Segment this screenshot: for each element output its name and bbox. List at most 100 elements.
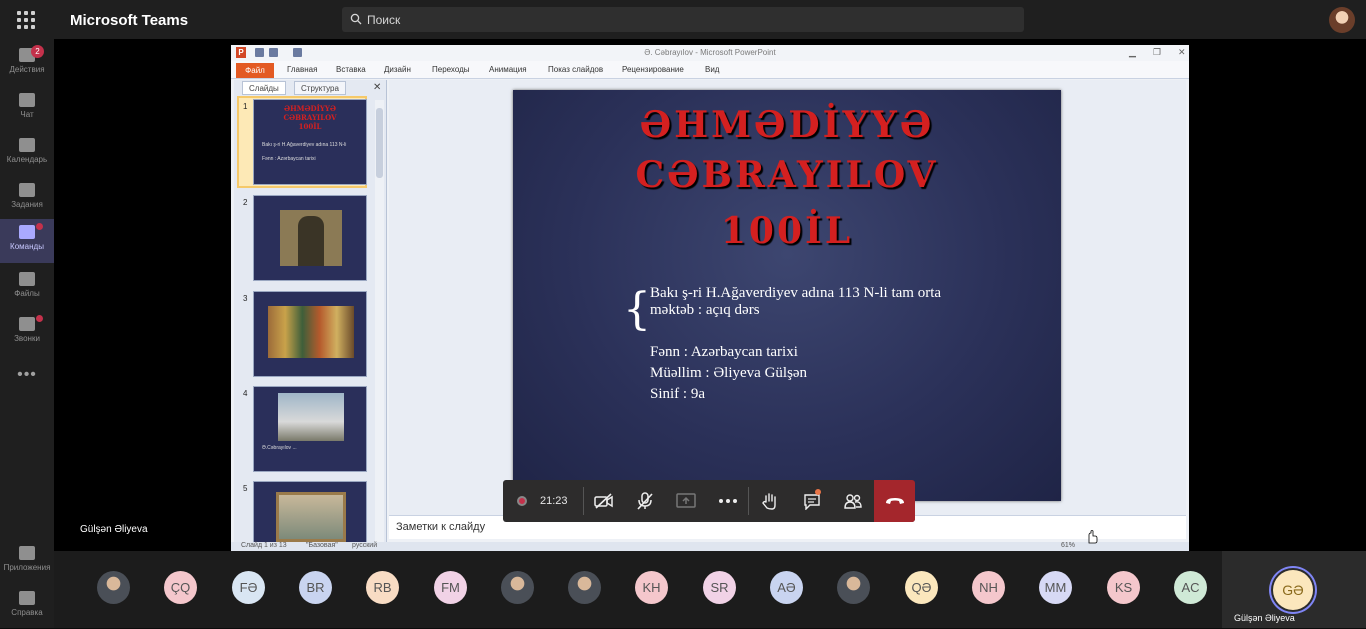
participant-avatar[interactable]: FƏ xyxy=(232,571,265,604)
ppt-tab: Рецензирование xyxy=(622,65,684,74)
participant-avatar[interactable] xyxy=(97,571,130,604)
status-dot xyxy=(36,223,43,230)
rail-item-calendar[interactable]: Календарь xyxy=(0,132,54,176)
participant-avatar[interactable]: KH xyxy=(635,571,668,604)
rail-item-label: Задания xyxy=(11,200,43,209)
self-avatar: GƏ xyxy=(1273,570,1313,610)
recording-icon xyxy=(517,496,527,506)
participant-avatar[interactable]: ÇQ xyxy=(164,571,197,604)
slide-thumbnail xyxy=(253,195,367,281)
presenter-name: Gülşən Əliyeva xyxy=(80,524,148,535)
slide-thumbnail: ƏHMƏDİYYƏ CƏBRAYILOV 100İL Bakı ş-ri H.Ağa… xyxy=(253,99,367,185)
slide-text-line: Bakı ş-ri H.Ağaverdiyev adına 113 N-li t… xyxy=(650,285,942,301)
mouse-cursor-icon xyxy=(1088,530,1098,544)
more-apps-button[interactable]: ••• xyxy=(0,366,54,384)
rail-item-label: Файлы xyxy=(14,289,40,298)
slides-pane: Слайды Структура ✕ 1 ƏHMƏDİYYƏ CƏBRAYILOV… xyxy=(234,80,387,551)
participant-avatar[interactable]: BR xyxy=(299,571,332,604)
slide-brace: { xyxy=(623,284,651,335)
rail-item-label: Действия xyxy=(9,65,45,74)
rail-item-chat[interactable]: Чат xyxy=(0,87,54,131)
slide-text-line: məktəb : açıq dərs xyxy=(650,302,760,318)
current-slide: ƏHMƏDİYYƏ CƏBRAYILOV 100İL { Bakı ş-ri H… xyxy=(513,90,1061,501)
status-zoom: 61% xyxy=(1061,542,1076,549)
participant-avatar[interactable]: KS xyxy=(1107,571,1140,604)
rail-item-help[interactable]: Справка xyxy=(0,585,54,629)
thumb-number: 4 xyxy=(243,389,248,398)
participant-avatar[interactable]: QƏ xyxy=(905,571,938,604)
file-icon xyxy=(19,272,35,286)
slide-title-line: 100İL xyxy=(720,210,854,252)
hand-icon xyxy=(761,493,776,510)
participant-avatar[interactable]: FM xyxy=(434,571,467,604)
minimize-icon: ▁ xyxy=(1129,47,1136,57)
user-avatar[interactable] xyxy=(1329,7,1355,33)
share-screen-button[interactable] xyxy=(665,480,706,522)
rail-item-label: Календарь xyxy=(6,155,48,164)
participant-avatar[interactable] xyxy=(501,571,534,604)
thumb-number: 3 xyxy=(243,294,248,303)
unread-dot xyxy=(815,489,821,495)
slide-text-line: Fənn : Azərbaycan tarixi xyxy=(650,344,798,360)
status-slide-count: Слайд 1 из 13 xyxy=(241,542,287,549)
slide-thumbnail: Ə.Cəbrayılov ... xyxy=(253,386,367,472)
rail-item-teams[interactable]: Команды xyxy=(0,219,54,263)
participant-avatar[interactable]: MM xyxy=(1039,571,1072,604)
phone-icon xyxy=(19,317,35,331)
thumb-number: 2 xyxy=(243,198,248,207)
participant-avatar[interactable] xyxy=(837,571,870,604)
search-icon xyxy=(350,13,362,25)
share-screen-icon xyxy=(675,493,696,508)
apps-icon xyxy=(19,546,35,560)
call-controls: 21:23 xyxy=(503,480,915,522)
ppt-window-title: Ə. Cəbrayılov - Microsoft PowerPoint xyxy=(644,48,776,57)
rail-item-label: Справка xyxy=(11,608,43,617)
assignments-icon xyxy=(19,183,35,197)
ppt-tab: Вставка xyxy=(336,65,366,74)
hang-up-button[interactable] xyxy=(874,480,915,522)
ppt-tab: Анимация xyxy=(489,65,527,74)
help-icon xyxy=(19,591,35,605)
rail-item-assignments[interactable]: Задания xyxy=(0,177,54,221)
app-launcher-icon[interactable] xyxy=(17,11,35,29)
participant-avatar[interactable]: AC xyxy=(1174,571,1207,604)
pane-scrollbar xyxy=(375,100,384,542)
search-placeholder: Поиск xyxy=(367,13,401,27)
camera-toggle-button[interactable] xyxy=(583,480,624,522)
status-dot xyxy=(36,315,43,322)
ppt-tab-file: Файл xyxy=(236,63,274,78)
thumb-number: 5 xyxy=(243,484,248,493)
chat-button[interactable] xyxy=(791,480,832,522)
status-theme: "Базовая" xyxy=(306,542,338,549)
notification-badge: 2 xyxy=(31,45,44,58)
rail-item-files[interactable]: Файлы xyxy=(0,266,54,310)
pane-tab-outline: Структура xyxy=(294,81,346,95)
search-input[interactable]: Поиск xyxy=(342,7,1024,32)
participant-avatar[interactable]: RB xyxy=(366,571,399,604)
rail-item-calls[interactable]: Звонки xyxy=(0,311,54,355)
participants-button[interactable] xyxy=(832,480,873,522)
more-icon xyxy=(718,499,737,503)
more-actions-button[interactable] xyxy=(707,480,748,522)
slide-thumbnail xyxy=(253,481,367,551)
call-timer: 21:23 xyxy=(540,495,568,507)
calendar-icon xyxy=(19,138,35,152)
chat-icon xyxy=(19,93,35,107)
chat-icon xyxy=(803,493,820,510)
ppt-title-bar: P Ə. Cəbrayılov - Microsoft PowerPoint ▁… xyxy=(231,45,1189,61)
ppt-tab: Переходы xyxy=(432,65,470,74)
status-language: русский xyxy=(352,542,378,549)
rail-item-label: Приложения xyxy=(3,563,51,572)
notes-placeholder: Заметки к слайду xyxy=(396,521,486,533)
shared-screen: P Ə. Cəbrayılov - Microsoft PowerPoint ▁… xyxy=(231,45,1189,551)
participant-avatar[interactable]: NH xyxy=(972,571,1005,604)
participant-avatar[interactable]: SR xyxy=(703,571,736,604)
raise-hand-button[interactable] xyxy=(749,480,790,522)
participant-avatar[interactable]: AƏ xyxy=(770,571,803,604)
rail-item-activity[interactable]: Действия 2 xyxy=(0,42,54,86)
close-icon: ✕ xyxy=(1178,47,1186,57)
mic-toggle-button[interactable] xyxy=(624,480,665,522)
participant-avatar[interactable] xyxy=(568,571,601,604)
rail-item-apps[interactable]: Приложения xyxy=(0,540,54,584)
ppt-tab: Дизайн xyxy=(384,65,411,74)
